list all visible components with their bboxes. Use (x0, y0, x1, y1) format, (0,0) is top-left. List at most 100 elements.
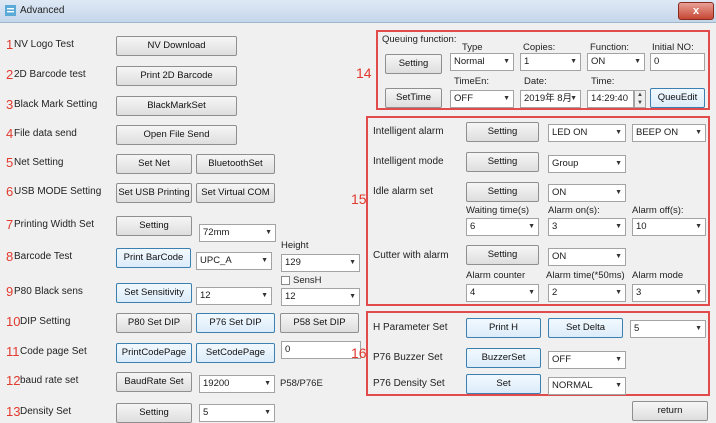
buzzer-set-button[interactable]: BuzzerSet (466, 348, 541, 368)
queuing-function-label: Queuing function: (382, 34, 457, 45)
settime-button[interactable]: SetTime (385, 88, 442, 108)
row-label: 2D Barcode test (14, 69, 86, 80)
beep-select[interactable]: BEEP ON ▼ (632, 124, 706, 142)
printing-width-select[interactable]: 72mm ▼ (199, 224, 276, 242)
row-12-button-1[interactable]: BaudRate Set (116, 372, 192, 392)
intelligent-mode-label: Intelligent mode (373, 156, 444, 167)
intelligent-mode-setting-button[interactable]: Setting (466, 152, 539, 172)
alarm-on-select[interactable]: 3 ▼ (548, 218, 626, 236)
height-select[interactable]: 129 ▼ (281, 254, 360, 272)
row-11-button-1[interactable]: PrintCodePage (116, 343, 192, 363)
row-10-button-2[interactable]: P76 Set DIP (196, 313, 275, 333)
alarm-mode-select[interactable]: 3 ▼ (632, 284, 706, 302)
row-number: 9 (6, 284, 14, 299)
mode-select[interactable]: Group ▼ (548, 155, 626, 173)
row-number: 4 (6, 126, 14, 141)
row-label: Code page Set (20, 346, 87, 357)
sensh-checkbox[interactable] (281, 276, 290, 285)
alarm-counter-label: Alarm counter (466, 270, 526, 281)
row-3-button-1[interactable]: BlackMarkSet (116, 96, 237, 116)
title-bar: Advanced x (0, 0, 716, 23)
baud-rate-select[interactable]: 19200 ▼ (199, 375, 275, 393)
row-10-button-3[interactable]: P58 Set DIP (280, 313, 359, 333)
led-select[interactable]: LED ON ▼ (548, 124, 626, 142)
codepage-input[interactable]: 0 (281, 341, 361, 359)
p76-density-select[interactable]: NORMAL ▼ (548, 377, 626, 395)
intelligent-alarm-setting-button[interactable]: Setting (466, 122, 539, 142)
row-label: File data send (14, 128, 77, 139)
row-label: P80 Black sens (14, 286, 83, 297)
copies-select[interactable]: 1 ▼ (520, 53, 581, 71)
row-9-button-1[interactable]: Set Sensitivity (116, 283, 192, 303)
type-select[interactable]: Normal ▼ (450, 53, 514, 71)
row-11-button-2[interactable]: SetCodePage (196, 343, 275, 363)
row-1-button-1[interactable]: NV Download (116, 36, 237, 56)
row-8-button-1[interactable]: Print BarCode (116, 248, 191, 268)
copies-label: Copies: (523, 42, 556, 53)
row-7-button-1[interactable]: Setting (116, 216, 192, 236)
row-5-button-1[interactable]: Set Net (116, 154, 192, 174)
row-6-button-2[interactable]: Set Virtual COM (196, 183, 275, 203)
date-label: Date: (524, 76, 547, 87)
row-number: 6 (6, 184, 14, 199)
window-title: Advanced (20, 5, 65, 16)
delta-select[interactable]: 5 ▼ (630, 320, 706, 338)
group-number-14: 14 (356, 65, 372, 81)
p76-density-set-button[interactable]: Set (466, 374, 541, 394)
queue-setting-button[interactable]: Setting (385, 54, 442, 74)
row-label: USB MODE Setting (14, 186, 102, 197)
alarm-counter-select[interactable]: 4 ▼ (466, 284, 539, 302)
date-picker[interactable]: 2019年 8月 ▼ (520, 90, 581, 108)
function-label: Function: (590, 42, 630, 53)
alarm-on-label: Alarm on(s): (548, 205, 600, 216)
queuedit-button[interactable]: QueuEdit (650, 88, 705, 108)
time-input[interactable]: 14:29:40 (587, 90, 634, 108)
type-label: Type (462, 42, 483, 53)
set-delta-button[interactable]: Set Delta (548, 318, 623, 338)
app-icon (5, 5, 16, 16)
initial-no-input[interactable]: 0 (650, 53, 705, 71)
waiting-time-select[interactable]: 6 ▼ (466, 218, 539, 236)
row-label: NV Logo Test (14, 39, 74, 50)
idle-alarm-setting-button[interactable]: Setting (466, 182, 539, 202)
print-h-button[interactable]: Print H (466, 318, 541, 338)
function-select[interactable]: ON ▼ (587, 53, 645, 71)
sensh-select[interactable]: 12 ▼ (281, 288, 360, 306)
row-4-button-1[interactable]: Open File Send (116, 125, 237, 145)
cutter-alarm-setting-button[interactable]: Setting (466, 245, 539, 265)
alarm-off-label: Alarm off(s): (632, 205, 684, 216)
alarm-time-label: Alarm time(*50ms) (546, 270, 625, 281)
row-number: 10 (6, 314, 21, 329)
row-label: Barcode Test (14, 251, 73, 262)
initial-no-label: Initial NO: (652, 42, 694, 53)
sensh-label: SensH (293, 275, 322, 286)
return-button[interactable]: return (632, 401, 708, 421)
barcode-type-select[interactable]: UPC_A ▼ (196, 252, 272, 270)
row-label: Net Setting (14, 157, 64, 168)
baud-note: P58/P76E (280, 378, 323, 389)
sensitivity-select[interactable]: 12 ▼ (196, 287, 272, 305)
cutter-alarm-select[interactable]: ON ▼ (548, 248, 626, 266)
row-2-button-1[interactable]: Print 2D Barcode (116, 66, 237, 86)
waiting-time-label: Waiting time(s) (466, 205, 529, 216)
time-spinner[interactable]: ▲ ▼ (634, 90, 646, 108)
row-13-button-1[interactable]: Setting (116, 403, 192, 423)
row-label: Density Set (20, 406, 72, 417)
row-number: 7 (6, 217, 14, 232)
close-button[interactable]: x (678, 2, 714, 20)
alarm-time-select[interactable]: 2 ▼ (548, 284, 626, 302)
density-select[interactable]: 5 ▼ (199, 404, 275, 422)
row-5-button-2[interactable]: BluetoothSet (196, 154, 275, 174)
height-label: Height (281, 240, 309, 251)
buzzer-label: P76 Buzzer Set (373, 352, 443, 363)
row-10-button-1[interactable]: P80 Set DIP (116, 313, 192, 333)
timeen-select[interactable]: OFF ▼ (450, 90, 514, 108)
idle-alarm-select[interactable]: ON ▼ (548, 184, 626, 202)
h-parameter-label: H Parameter Set (373, 322, 448, 333)
group-number-15: 15 (351, 191, 367, 207)
alarm-off-select[interactable]: 10 ▼ (632, 218, 706, 236)
row-6-button-1[interactable]: Set USB Printing (116, 183, 192, 203)
buzzer-select[interactable]: OFF ▼ (548, 351, 626, 369)
timeen-label: TimeEn: (454, 76, 490, 87)
row-label: Black Mark Setting (14, 99, 98, 110)
